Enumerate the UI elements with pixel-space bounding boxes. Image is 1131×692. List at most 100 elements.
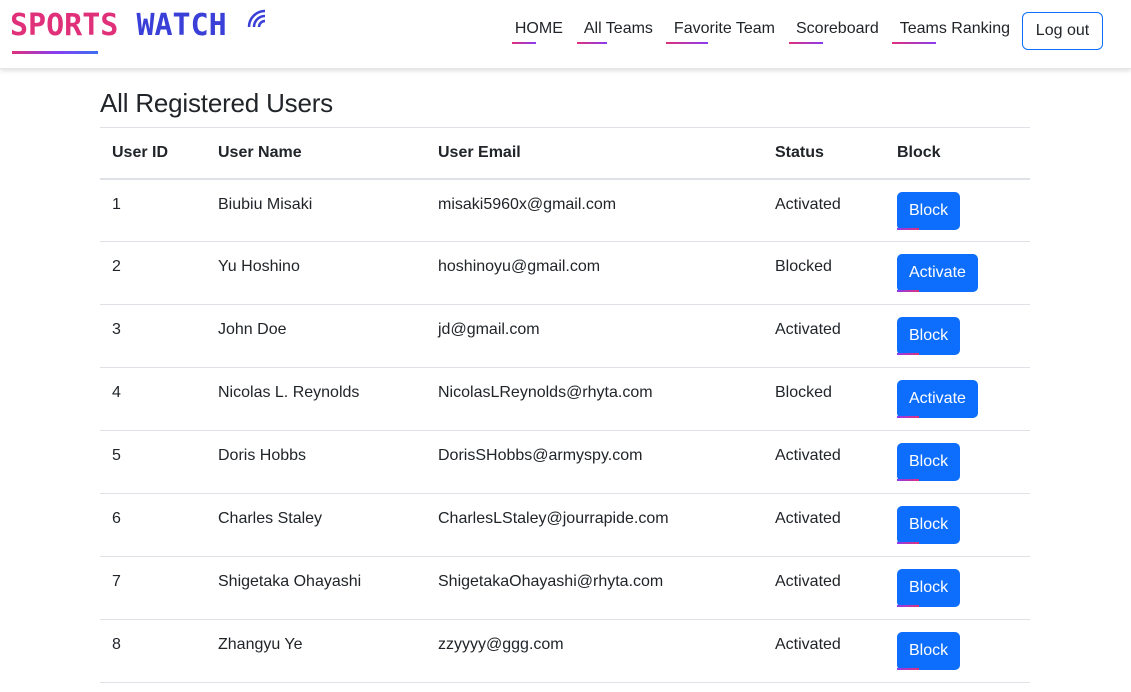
cell-user-email: zzyyyy@ggg.com xyxy=(426,619,763,683)
cell-user-name: Yu Hoshino xyxy=(206,241,426,305)
cell-action: Block xyxy=(885,304,1030,368)
cell-action: Activate xyxy=(885,367,1030,431)
table-row: 7 Shigetaka Ohayashi ShigetakaOhayashi@r… xyxy=(100,556,1030,620)
nav-underline xyxy=(665,42,708,44)
cell-user-id: 7 xyxy=(100,556,206,620)
cell-user-id: 8 xyxy=(100,619,206,683)
sports-watch-logo[interactable]: SPORTS WATCH xyxy=(10,8,266,54)
table-row: 2 Yu Hoshino hoshinoyu@gmail.com Blocked… xyxy=(100,241,1030,305)
table-row: 6 Charles Staley CharlesLStaley@jourrapi… xyxy=(100,493,1030,557)
cell-action: Block xyxy=(885,556,1030,620)
cell-user-email: misaki5960x@gmail.com xyxy=(426,178,763,242)
cell-user-name: Zhangyu Ye xyxy=(206,619,426,683)
header-row: User ID User Name User Email Status Bloc… xyxy=(100,127,1030,180)
nav-home[interactable]: HOME xyxy=(511,19,563,49)
button-underline xyxy=(897,353,919,355)
cell-action: Block xyxy=(885,178,1030,242)
signal-icon xyxy=(247,9,266,28)
nav-teams-ranking-label: Teams Ranking xyxy=(899,20,1010,37)
nav-underline xyxy=(891,42,936,44)
block-button[interactable]: Block xyxy=(897,191,961,230)
table-row: 5 Doris Hobbs DorisSHobbs@armyspy.com Ac… xyxy=(100,430,1030,494)
nav-all-teams-label: All Teams xyxy=(583,20,653,37)
cell-user-id: 6 xyxy=(100,493,206,557)
cell-user-name: Doris Hobbs xyxy=(206,430,426,494)
cell-status: Activated xyxy=(763,493,885,557)
nav-favorite-team-label: Favorite Team xyxy=(673,20,775,37)
cell-status: Activated xyxy=(763,619,885,683)
cell-status: Blocked xyxy=(763,241,885,305)
cell-status: Activated xyxy=(763,304,885,368)
cell-user-id: 5 xyxy=(100,430,206,494)
cell-user-email: NicolasLReynolds@rhyta.com xyxy=(426,367,763,431)
nav-all-teams[interactable]: All Teams xyxy=(576,19,653,49)
logo-word-watch: WATCH xyxy=(136,8,227,43)
button-label: Block xyxy=(909,453,949,470)
nav-underline xyxy=(511,42,536,44)
cell-user-id: 1 xyxy=(100,178,206,242)
button-label: Block xyxy=(909,516,949,533)
block-button[interactable]: Block xyxy=(897,632,961,670)
nav-scoreboard[interactable]: Scoreboard xyxy=(789,19,879,49)
button-underline xyxy=(897,416,919,418)
cell-user-name: John Doe xyxy=(206,304,426,368)
header-user-email: User Email xyxy=(426,127,763,180)
button-label: Block xyxy=(909,579,949,596)
cell-user-email: jd@gmail.com xyxy=(426,304,763,368)
table-row: 1 Biubiu Misaki misaki5960x@gmail.com Ac… xyxy=(100,178,1030,242)
cell-action: Block xyxy=(885,619,1030,683)
cell-status: Blocked xyxy=(763,367,885,431)
header-block: Block xyxy=(885,127,1030,180)
cell-user-email: hoshinoyu@gmail.com xyxy=(426,241,763,305)
cell-status: Activated xyxy=(763,556,885,620)
cell-action: Block xyxy=(885,493,1030,557)
cell-user-id: 4 xyxy=(100,367,206,431)
activate-button[interactable]: Activate xyxy=(897,380,978,418)
nav-teams-ranking[interactable]: Teams Ranking xyxy=(891,19,1010,49)
activate-button[interactable]: Activate xyxy=(897,254,978,292)
block-button[interactable]: Block xyxy=(897,317,961,355)
cell-user-email: DorisSHobbs@armyspy.com xyxy=(426,430,763,494)
block-button[interactable]: Block xyxy=(897,506,961,544)
button-label: Block xyxy=(909,327,949,344)
logo-underline xyxy=(12,51,98,54)
block-button[interactable]: Block xyxy=(897,443,961,481)
table-row: 3 John Doe jd@gmail.com Activated Block xyxy=(100,304,1030,368)
cell-status: Activated xyxy=(763,178,885,242)
table-row: 4 Nicolas L. Reynolds NicolasLReynolds@r… xyxy=(100,367,1030,431)
page-title: All Registered Users xyxy=(100,88,333,118)
button-underline xyxy=(897,290,919,292)
cell-user-name: Shigetaka Ohayashi xyxy=(206,556,426,620)
nav-underline xyxy=(789,42,823,44)
block-button[interactable]: Block xyxy=(897,569,961,607)
cell-action: Activate xyxy=(885,241,1030,305)
logo-word-sports: SPORTS xyxy=(10,8,119,43)
nav-scoreboard-label: Scoreboard xyxy=(796,20,879,37)
cell-user-id: 3 xyxy=(100,304,206,368)
button-label: Activate xyxy=(909,390,966,407)
cell-user-id: 2 xyxy=(100,241,206,305)
button-underline xyxy=(897,479,919,481)
cell-user-email: ShigetakaOhayashi@rhyta.com xyxy=(426,556,763,620)
table-header: User ID User Name User Email Status Bloc… xyxy=(100,127,1030,180)
button-underline xyxy=(897,542,919,544)
cell-user-name: Nicolas L. Reynolds xyxy=(206,367,426,431)
logo-wordmark: SPORTS WATCH xyxy=(10,8,227,43)
cell-status: Activated xyxy=(763,430,885,494)
button-label: Activate xyxy=(909,264,966,281)
header-status: Status xyxy=(763,127,885,180)
header-user-id: User ID xyxy=(100,127,206,180)
users-table: User ID User Name User Email Status Bloc… xyxy=(100,127,1030,683)
button-underline xyxy=(897,668,919,670)
logout-button[interactable]: Log out xyxy=(1022,12,1103,50)
cell-user-email: CharlesLStaley@jourrapide.com xyxy=(426,493,763,557)
nav-favorite-team[interactable]: Favorite Team xyxy=(665,19,775,49)
main-nav: HOME All Teams Favorite Team Scoreboard … xyxy=(494,19,1010,49)
button-label: Block xyxy=(909,642,949,659)
cell-user-name: Charles Staley xyxy=(206,493,426,557)
nav-underline xyxy=(576,42,607,44)
header-user-name: User Name xyxy=(206,127,426,180)
cell-action: Block xyxy=(885,430,1030,494)
cell-user-name: Biubiu Misaki xyxy=(206,178,426,242)
button-label: Block xyxy=(909,201,949,219)
